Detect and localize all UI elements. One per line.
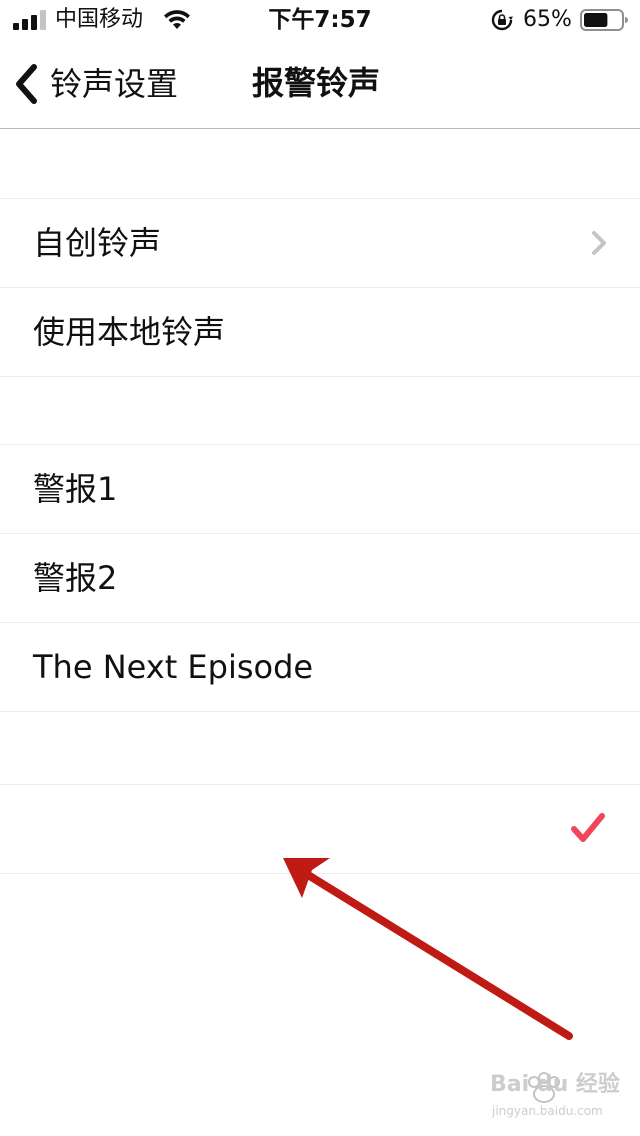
watermark-text: Bai du 经验 [490,1072,620,1097]
list-item-label: 使用本地铃声 [33,313,226,351]
builtin-ringtone-section: 警报1 警报2 The Next Episode [0,444,640,712]
watermark-subtext: jingyan.baidu.com [492,1104,603,1118]
battery-percent: 65% [523,7,572,32]
custom-ringtone-section: 自创铃声 使用本地铃声 [0,198,640,377]
battery-icon [580,9,628,31]
list-item-label: 警报1 [33,470,118,508]
chevron-right-icon [592,231,606,255]
rotation-lock-icon [491,9,513,31]
navigation-bar: 铃声设置 报警铃声 [0,40,640,129]
list-item-selected[interactable] [0,785,640,874]
checkmark-icon [571,813,605,842]
back-label: 铃声设置 [50,65,179,103]
status-bar: 中国移动 下午7:57 65% [0,0,640,40]
list-item-custom-ringtone[interactable]: 自创铃声 [0,199,640,288]
list-item-alarm-2[interactable]: 警报2 [0,534,640,623]
list-item-label: The Next Episode [33,648,314,686]
back-button[interactable]: 铃声设置 [12,60,178,108]
selected-ringtone-section [0,784,640,874]
chevron-left-icon [16,64,37,104]
list-item-alarm-1[interactable]: 警报1 [0,445,640,534]
list-item-label: 警报2 [33,559,118,597]
list-item-the-next-episode[interactable]: The Next Episode [0,623,640,712]
list-item-local-ringtone[interactable]: 使用本地铃声 [0,288,640,377]
list-item-label: 自创铃声 [33,224,162,262]
page-title: 报警铃声 [252,64,381,102]
